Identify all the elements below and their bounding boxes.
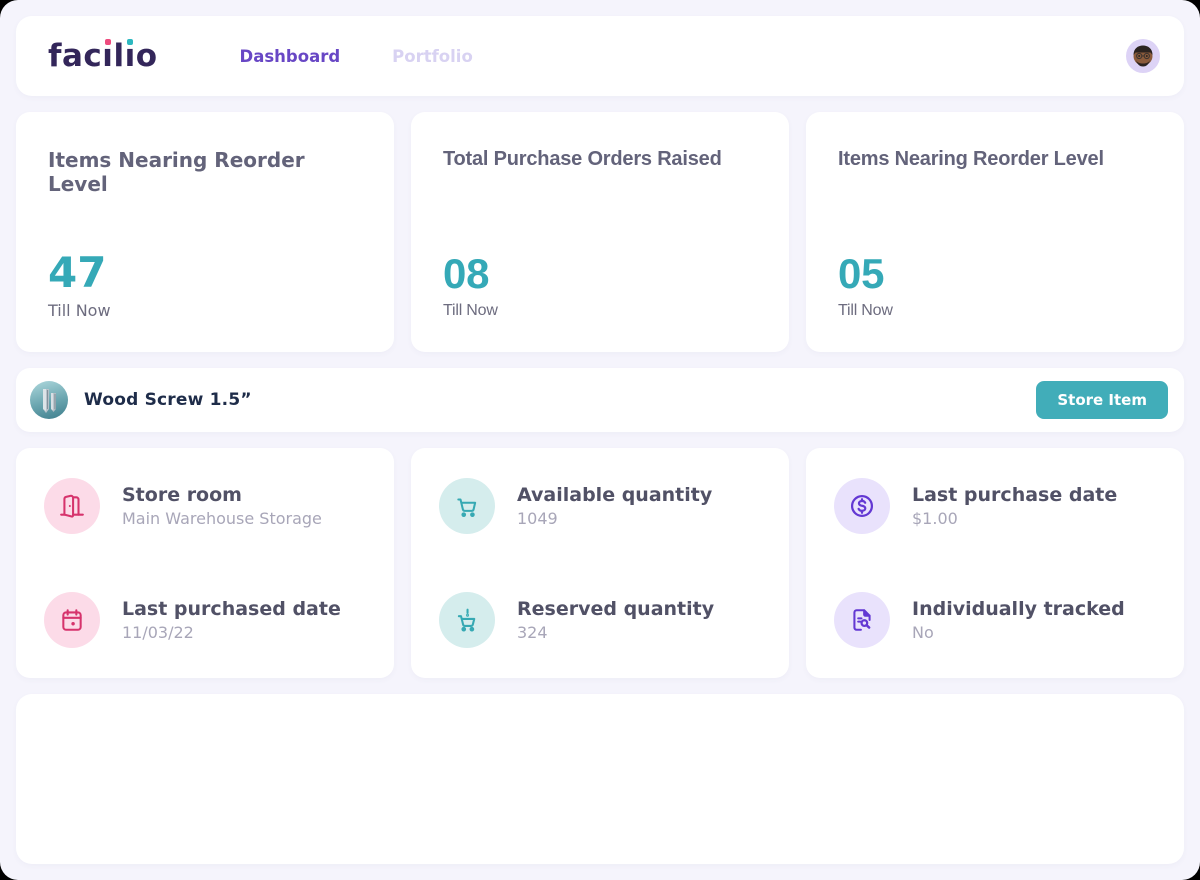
stat-caption: Till Now — [838, 302, 1152, 320]
detail-row-last-purchased-date: Last purchased date 11/03/22 — [44, 592, 366, 648]
logo-text: fac — [48, 38, 102, 74]
detail-text: Store room Main Warehouse Storage — [122, 484, 322, 528]
detail-row-store-room: Store room Main Warehouse Storage — [44, 478, 366, 534]
detail-row-individually-tracked: Individually tracked No — [834, 592, 1156, 648]
logo-dot-pink-icon — [105, 39, 111, 45]
stat-value: 05 — [838, 252, 1152, 296]
detail-text: Individually tracked No — [912, 598, 1125, 642]
logo-i-pink: ı — [102, 38, 113, 74]
detail-row-available-quantity: Available quantity 1049 — [439, 478, 761, 534]
detail-label: Last purchased date — [122, 598, 341, 620]
detail-card-purchase-info: Last purchase date $1.00 Individually tr… — [806, 448, 1184, 678]
screw-photo-icon — [30, 381, 68, 419]
cart-icon — [439, 478, 495, 534]
detail-text: Reserved quantity 324 — [517, 598, 714, 642]
detail-value: 11/03/22 — [122, 623, 341, 642]
detail-value: No — [912, 623, 1125, 642]
detail-text: Available quantity 1049 — [517, 484, 712, 528]
detail-label: Available quantity — [517, 484, 712, 506]
stat-value: 47 — [48, 251, 362, 295]
detail-value: 324 — [517, 623, 714, 642]
empty-content-card — [16, 694, 1184, 864]
stat-card-reorder-2: Items Nearing Reorder Level 05 Till Now — [806, 112, 1184, 352]
document-search-icon — [834, 592, 890, 648]
cart-alert-icon — [439, 592, 495, 648]
user-avatar[interactable] — [1126, 39, 1160, 73]
top-navigation-bar: facılıo Dashboard Portfolio — [16, 16, 1184, 96]
detail-cards-row: Store room Main Warehouse Storage Last p… — [16, 448, 1184, 678]
stat-card-reorder-1: Items Nearing Reorder Level 47 Till Now — [16, 112, 394, 352]
detail-label: Reserved quantity — [517, 598, 714, 620]
detail-row-last-purchase-price: Last purchase date $1.00 — [834, 478, 1156, 534]
detail-card-quantities: Available quantity 1049 Reserved quantit… — [411, 448, 789, 678]
detail-text: Last purchase date $1.00 — [912, 484, 1117, 528]
memoji-face-icon — [1130, 43, 1156, 69]
detail-card-location: Store room Main Warehouse Storage Last p… — [16, 448, 394, 678]
detail-value: Main Warehouse Storage — [122, 509, 322, 528]
stat-title: Items Nearing Reorder Level — [838, 148, 1152, 171]
detail-text: Last purchased date 11/03/22 — [122, 598, 341, 642]
detail-label: Store room — [122, 484, 322, 506]
stat-value: 08 — [443, 252, 757, 296]
facilio-logo[interactable]: facılıo — [48, 38, 158, 74]
detail-row-reserved-quantity: Reserved quantity 324 — [439, 592, 761, 648]
app-page: facılıo Dashboard Portfolio Items Nearin… — [0, 0, 1200, 880]
stat-title: Items Nearing Reorder Level — [48, 148, 362, 196]
item-thumbnail — [30, 381, 68, 419]
stat-card-purchase-orders: Total Purchase Orders Raised 08 Till Now — [411, 112, 789, 352]
item-header-bar: Wood Screw 1.5” Store Item — [16, 368, 1184, 432]
detail-value: $1.00 — [912, 509, 1117, 528]
stat-caption: Till Now — [48, 301, 362, 320]
stat-cards-row: Items Nearing Reorder Level 47 Till Now … — [16, 112, 1184, 352]
item-title: Wood Screw 1.5” — [84, 390, 252, 410]
dollar-circle-icon — [834, 478, 890, 534]
calendar-icon — [44, 592, 100, 648]
stat-title: Total Purchase Orders Raised — [443, 148, 757, 171]
main-nav: Dashboard Portfolio — [240, 47, 473, 66]
logo-dot-teal-icon — [127, 39, 133, 45]
detail-label: Individually tracked — [912, 598, 1125, 620]
detail-label: Last purchase date — [912, 484, 1117, 506]
store-item-button[interactable]: Store Item — [1036, 381, 1168, 419]
nav-tab-portfolio[interactable]: Portfolio — [392, 47, 473, 66]
nav-tab-dashboard[interactable]: Dashboard — [240, 47, 341, 66]
logo-i-teal: ı — [125, 38, 136, 74]
stat-caption: Till Now — [443, 302, 757, 320]
detail-value: 1049 — [517, 509, 712, 528]
door-icon — [44, 478, 100, 534]
